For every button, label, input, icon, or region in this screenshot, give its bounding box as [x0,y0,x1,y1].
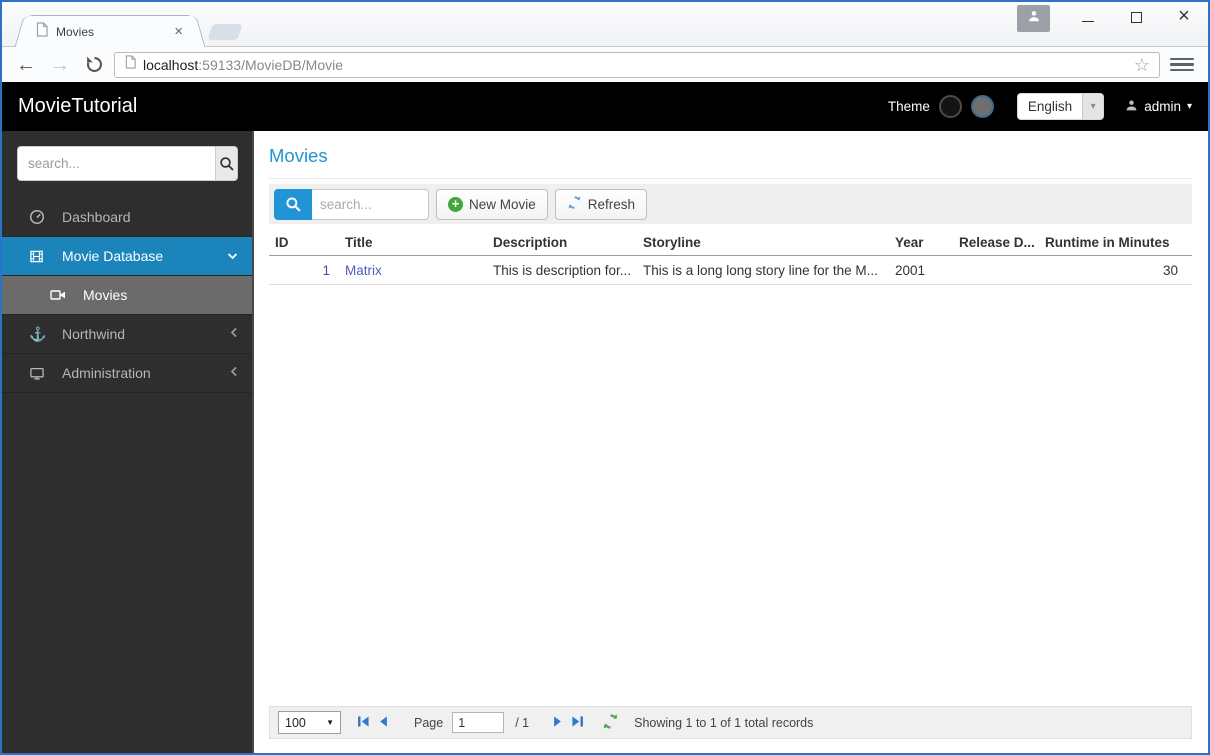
window-maximize-button[interactable] [1112,2,1160,32]
brand-title: MovieTutorial [18,95,138,117]
movies-grid: + New Movie Refresh ID Title Description… [269,184,1192,739]
minimize-icon [1082,20,1094,22]
user-caret-icon: ▾ [1186,101,1192,112]
column-header-release-date[interactable]: Release D... [953,235,1039,250]
back-button[interactable]: ← [12,55,40,75]
theme-dark-toggle[interactable] [938,95,962,118]
theme-label: Theme [887,99,930,114]
sidebar-search-button[interactable] [215,146,238,181]
cell-title: Matrix [339,263,487,278]
chevron-down-icon[interactable] [227,249,238,263]
tab-strip: Movies × × [2,2,1208,47]
window-close-button[interactable]: × [1160,2,1208,32]
anchor-icon: ⚓ [29,325,47,342]
grid-toolbar: + New Movie Refresh [269,184,1192,224]
column-header-storyline[interactable]: Storyline [637,235,889,250]
sidebar-item-movie-database[interactable]: Movie Database [2,237,252,276]
page-total: / 1 [515,715,530,730]
column-header-title[interactable]: Title [339,235,487,250]
cell-runtime: 30 [1162,262,1178,278]
url-page-icon [124,55,137,74]
column-header-runtime[interactable]: Runtime in Minutes [1039,235,1192,250]
user-person-icon [1125,99,1138,115]
page-icon [35,21,49,42]
sidebar-item-dashboard[interactable]: Dashboard [2,198,252,237]
sidebar: Dashboard Movie Database Movies [2,131,254,753]
previous-page-button[interactable] [376,714,391,732]
column-header-description[interactable]: Description [487,235,637,250]
address-bar[interactable]: localhost:59133/MovieDB/Movie ☆ [114,51,1160,78]
first-page-button[interactable] [356,714,371,732]
browser-profile-button[interactable] [1017,5,1050,32]
refresh-icon [567,195,582,213]
browser-window: Movies × × ← → localhost:59133/MovieDB/M… [0,0,1210,755]
chevron-left-icon[interactable] [230,366,238,380]
reload-button[interactable] [80,55,108,74]
sidebar-item-movies[interactable]: Movies [2,276,252,315]
user-name: admin [1144,99,1181,114]
search-icon [285,196,301,212]
column-header-year[interactable]: Year [889,235,953,250]
dashboard-gauge-icon [29,209,53,225]
page-label: Page [414,715,444,730]
select-caret-icon: ▼ [326,718,334,727]
tab-title: Movies [56,24,95,39]
browser-menu-icon[interactable] [1170,57,1194,72]
plus-icon: + [448,196,463,212]
grid-pager: 100 ▼ Page / 1 [269,706,1192,739]
sidebar-item-northwind[interactable]: ⚓ Northwind [2,315,252,354]
monitor-icon [29,366,53,381]
theme-gray-toggle[interactable] [970,95,994,118]
language-caret-icon[interactable]: ▾ [1082,94,1104,119]
sidebar-item-administration[interactable]: Administration [2,354,252,393]
table-row[interactable]: 1 Matrix This is description for... This… [269,256,1192,285]
close-icon: × [1178,4,1190,27]
film-icon [29,249,53,264]
url-text[interactable]: localhost:59133/MovieDB/Movie [143,57,343,73]
refresh-button[interactable]: Refresh [554,188,648,220]
page-size-select[interactable]: 100 ▼ [278,711,341,734]
page-title: Movies [269,145,1192,179]
grid-search-button[interactable] [274,188,312,220]
language-select[interactable]: English ▾ [1016,93,1105,120]
user-menu[interactable]: admin ▾ [1125,99,1192,115]
bookmark-star-icon[interactable]: ☆ [1134,56,1150,74]
cell-id: 1 [322,262,330,278]
cell-storyline: This is a long long story line for the M… [643,262,878,278]
page-number-input[interactable] [452,712,505,733]
grid-header-row: ID Title Description Storyline Year Rele… [269,229,1192,256]
records-summary: Showing 1 to 1 of 1 total records [634,715,814,730]
sidebar-search-input[interactable] [17,146,215,181]
browser-tab-movies[interactable]: Movies × [26,15,194,47]
main-content: Movies + New Movie [254,131,1208,753]
maximize-icon [1130,11,1142,23]
grid-search-input[interactable] [312,188,429,220]
tab-close-icon[interactable]: × [172,24,185,39]
column-header-id[interactable]: ID [269,235,339,250]
chevron-left-icon[interactable] [230,327,238,341]
cell-year: 2001 [895,262,926,278]
pager-refresh-icon[interactable] [602,713,619,733]
video-camera-icon [50,288,74,302]
app-header: MovieTutorial Theme English ▾ admin ▾ [2,82,1208,131]
last-page-button[interactable] [570,714,585,732]
next-page-button[interactable] [550,714,565,732]
profile-person-icon [1027,9,1041,28]
new-movie-button[interactable]: + New Movie [436,188,548,220]
cell-description: This is description for... [493,262,632,278]
forward-button: → [50,53,70,76]
new-tab-button[interactable] [207,24,243,40]
window-minimize-button[interactable] [1064,2,1112,32]
movie-title-link[interactable]: Matrix [345,263,382,278]
browser-toolbar: ← → localhost:59133/MovieDB/Movie ☆ [2,47,1208,82]
search-icon [219,156,234,171]
